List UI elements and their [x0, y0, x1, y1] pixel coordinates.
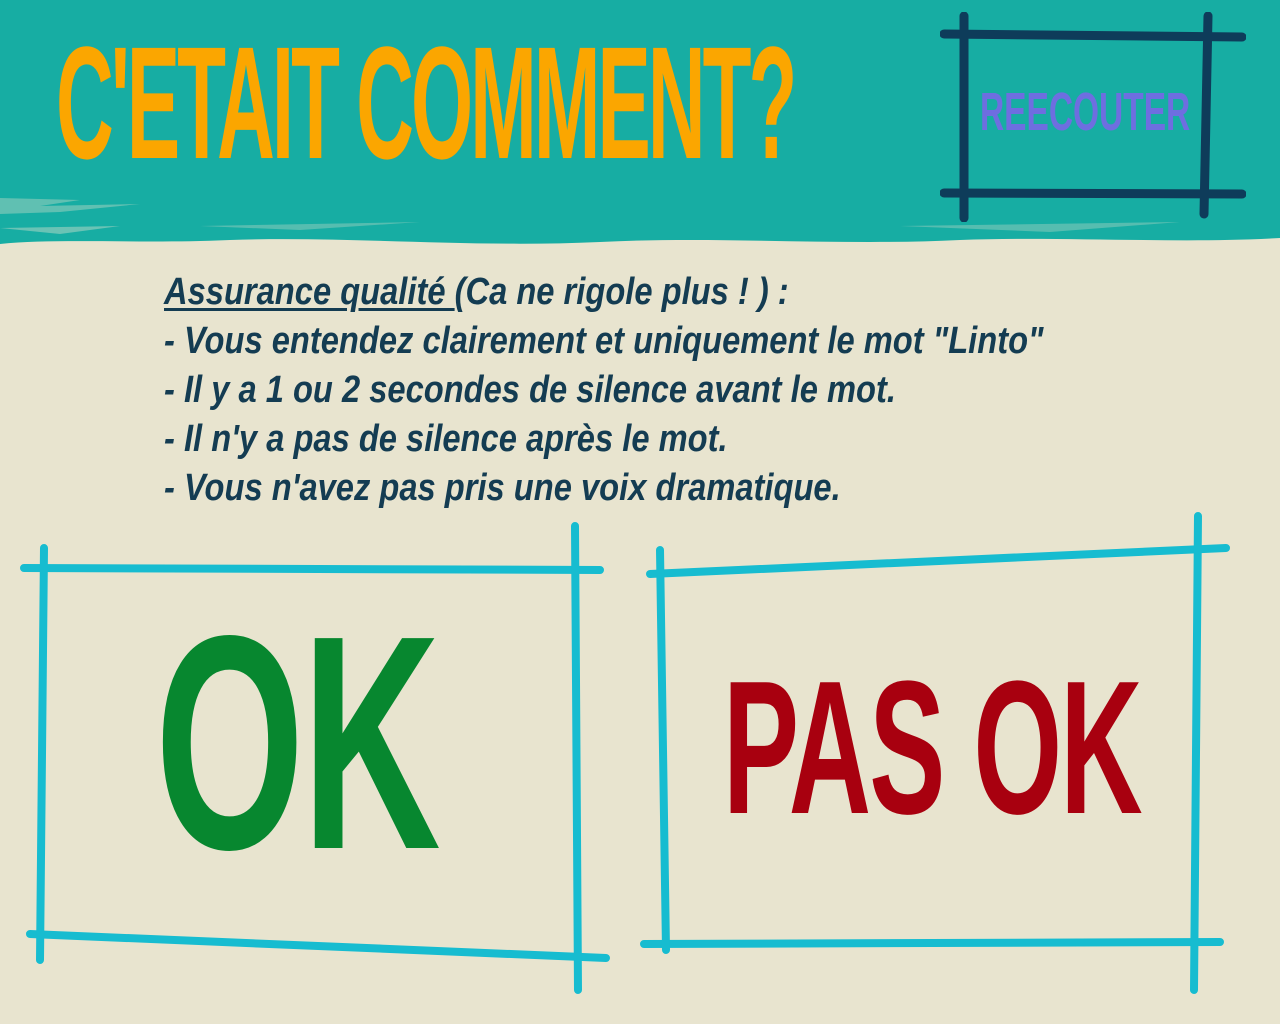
rule-item: - Vous entendez clairement et uniquement…: [164, 320, 1044, 362]
rule-item: - Il n'y a pas de silence après le mot.: [164, 418, 728, 460]
rule-item: - Il y a 1 ou 2 secondes de silence avan…: [164, 369, 896, 411]
ok-label: OK: [155, 572, 441, 913]
replay-label: REECOUTER: [980, 82, 1191, 142]
rule-item: - Vous n'avez pas pris une voix dramatiq…: [164, 467, 841, 509]
ok-button[interactable]: OK: [20, 518, 612, 996]
page-title: C'ETAIT COMMENT?: [56, 13, 797, 192]
replay-button[interactable]: REECOUTER: [940, 12, 1246, 222]
not-ok-label: PAS OK: [723, 642, 1143, 854]
not-ok-button[interactable]: PAS OK: [640, 510, 1234, 996]
rules-heading-rest: (Ca ne rigole plus ! ) :: [454, 271, 789, 313]
quality-rules: Assurance qualité (Ca ne rigole plus ! )…: [164, 268, 1044, 513]
header-banner: C'ETAIT COMMENT? REECOUTER: [0, 0, 1280, 250]
rules-heading-underlined: Assurance qualité: [164, 271, 455, 313]
